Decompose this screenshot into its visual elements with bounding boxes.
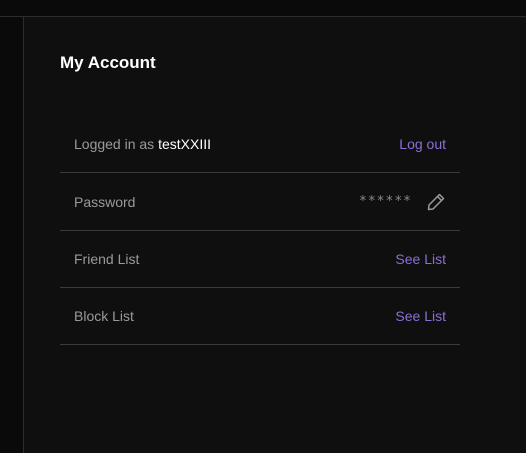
block-list-label: Block List — [74, 308, 134, 324]
username: testXXIII — [158, 136, 211, 152]
password-masked-value: ****** — [359, 194, 412, 209]
friend-list-row: Friend List See List — [60, 231, 460, 288]
friend-list-see-link[interactable]: See List — [395, 251, 446, 267]
friend-list-label: Friend List — [74, 251, 140, 267]
password-label: Password — [74, 193, 136, 210]
block-list-see-link[interactable]: See List — [395, 308, 446, 324]
top-bar — [0, 0, 526, 17]
logged-in-row: Logged in as testXXIII Log out — [60, 116, 460, 173]
pencil-icon[interactable] — [426, 192, 446, 212]
password-value-group: ****** — [359, 192, 446, 212]
account-settings-list: Logged in as testXXIII Log out Password … — [60, 116, 460, 345]
block-list-row: Block List See List — [60, 288, 460, 345]
page-title: My Account — [60, 53, 156, 72]
logged-in-label: Logged in as testXXIII — [74, 136, 211, 152]
left-sidebar — [0, 17, 24, 453]
logout-link[interactable]: Log out — [399, 136, 446, 152]
logged-in-prefix: Logged in as — [74, 136, 159, 152]
password-row: Password ****** — [60, 173, 460, 231]
